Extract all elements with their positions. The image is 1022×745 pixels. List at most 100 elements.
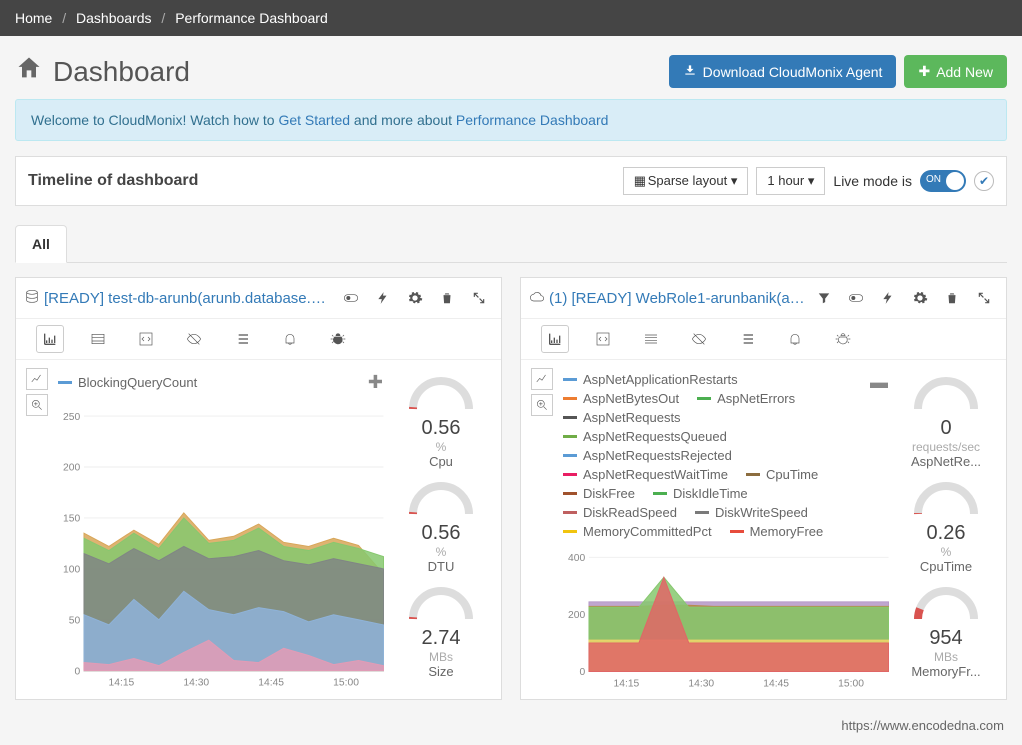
- timeline-title: Timeline of dashboard: [28, 172, 198, 190]
- card-title-link[interactable]: [READY] test-db-arunb(arunb.database.win…: [44, 290, 333, 307]
- layout-dropdown[interactable]: ▦ Sparse layout ▾: [623, 167, 749, 195]
- linechart-tool-icon[interactable]: [26, 368, 48, 390]
- live-mode-toggle[interactable]: [920, 170, 966, 192]
- table-tab-icon[interactable]: [84, 325, 112, 353]
- timerange-dropdown[interactable]: 1 hour ▾: [756, 167, 825, 195]
- bell-tab-icon[interactable]: [276, 325, 304, 353]
- grid-icon: ▦: [634, 173, 644, 188]
- svg-text:14:15: 14:15: [109, 678, 135, 689]
- breadcrumb: Home / Dashboards / Performance Dashboar…: [0, 0, 1022, 36]
- legend-item[interactable]: DiskWriteSpeed: [695, 505, 808, 520]
- tab-all[interactable]: All: [15, 225, 67, 263]
- filter-icon[interactable]: [810, 284, 838, 312]
- legend-item[interactable]: MemoryCommittedPct: [563, 524, 712, 539]
- swatch: [695, 511, 709, 514]
- gauge: 0.26%CpuTime: [911, 479, 981, 574]
- expand-icon[interactable]: [970, 284, 998, 312]
- legend-item[interactable]: DiskIdleTime: [653, 486, 748, 501]
- zoom-tool-icon[interactable]: [26, 394, 48, 416]
- eyeoff-tab-icon[interactable]: [685, 325, 713, 353]
- expand-icon[interactable]: [465, 284, 493, 312]
- swatch: [563, 378, 577, 381]
- legend-item[interactable]: MemoryFree: [730, 524, 824, 539]
- swatch: [563, 473, 577, 476]
- swatch: [697, 397, 711, 400]
- chart-side-tools: [26, 368, 48, 699]
- toggle-icon[interactable]: [337, 284, 365, 312]
- legend-item[interactable]: AspNetApplicationRestarts: [563, 372, 738, 387]
- live-mode-check-icon[interactable]: ✔: [974, 171, 994, 191]
- gauge: 0requests/secAspNetRe...: [911, 374, 981, 469]
- swatch: [563, 454, 577, 457]
- add-new-button[interactable]: ✚ Add New: [904, 55, 1007, 88]
- swatch: [563, 492, 577, 495]
- legend-item[interactable]: DiskFree: [563, 486, 635, 501]
- gear-icon[interactable]: [401, 284, 429, 312]
- linechart-tool-icon[interactable]: [531, 368, 553, 390]
- swatch: [730, 530, 744, 533]
- bell-tab-icon[interactable]: [781, 325, 809, 353]
- legend: AspNetApplicationRestarts AspNetBytesOut A…: [563, 372, 896, 539]
- bolt-icon[interactable]: [369, 284, 397, 312]
- legend-item[interactable]: AspNetBytesOut: [563, 391, 679, 406]
- caret-down-icon: ▾: [808, 173, 815, 188]
- chart-tab-icon[interactable]: [36, 325, 64, 353]
- card-inner-tabs: [521, 319, 1006, 360]
- legend-item[interactable]: BlockingQueryCount: [58, 375, 197, 390]
- legend-add-icon[interactable]: ✚: [360, 372, 391, 393]
- trash-icon[interactable]: [433, 284, 461, 312]
- card-testdb: [READY] test-db-arunb(arunb.database.win…: [15, 277, 502, 700]
- code-tab-icon[interactable]: [589, 325, 617, 353]
- breadcrumb-dashboards[interactable]: Dashboards: [76, 10, 152, 26]
- eyeoff-tab-icon[interactable]: [180, 325, 208, 353]
- swatch: [563, 397, 577, 400]
- performance-dashboard-link[interactable]: Performance Dashboard: [456, 112, 609, 128]
- legend-collapse-icon[interactable]: ▬: [862, 372, 896, 539]
- svg-text:250: 250: [63, 412, 80, 423]
- zoom-tool-icon[interactable]: [531, 394, 553, 416]
- welcome-banner: Welcome to CloudMonix! Watch how to Get …: [15, 99, 1007, 141]
- swatch: [653, 492, 667, 495]
- svg-text:14:15: 14:15: [614, 678, 640, 689]
- legend-item[interactable]: AspNetErrors: [697, 391, 795, 406]
- breadcrumb-home[interactable]: Home: [15, 10, 52, 26]
- swatch: [563, 416, 577, 419]
- svg-text:14:45: 14:45: [258, 678, 284, 689]
- bug-tab-icon[interactable]: [324, 325, 352, 353]
- legend-item[interactable]: DiskReadSpeed: [563, 505, 677, 520]
- swatch: [58, 381, 72, 384]
- gauge: 0.56%Cpu: [406, 374, 476, 469]
- code-tab-icon[interactable]: [132, 325, 160, 353]
- svg-text:0: 0: [579, 667, 585, 678]
- chart-side-tools: [531, 368, 553, 695]
- gauges: 0.56%Cpu0.56%DTU2.74MBsSize: [391, 368, 491, 699]
- get-started-link[interactable]: Get Started: [278, 112, 350, 128]
- legend-item[interactable]: AspNetRequestsQueued: [563, 429, 727, 444]
- caret-down-icon: ▾: [731, 173, 738, 188]
- legend: BlockingQueryCount ✚: [58, 372, 391, 393]
- card-inner-tabs: [16, 319, 501, 360]
- plus-icon: ✚: [918, 63, 930, 80]
- legend-item[interactable]: AspNetRequestsRejected: [563, 448, 732, 463]
- card-header: (1) [READY] WebRole1-arunbanik(arunban: [521, 278, 1006, 319]
- gear-icon[interactable]: [906, 284, 934, 312]
- legend-item[interactable]: CpuTime: [746, 467, 818, 482]
- breadcrumb-current: Performance Dashboard: [175, 10, 328, 26]
- list-tab-icon[interactable]: [733, 325, 761, 353]
- footer-url: https://www.encodedna.com: [0, 714, 1022, 737]
- gauge: 954MBsMemoryFr...: [911, 584, 981, 679]
- bolt-icon[interactable]: [874, 284, 902, 312]
- chart-tab-icon[interactable]: [541, 325, 569, 353]
- svg-text:14:30: 14:30: [183, 678, 209, 689]
- svg-text:400: 400: [568, 553, 585, 564]
- list-tab-icon[interactable]: [228, 325, 256, 353]
- swatch: [563, 530, 577, 533]
- stack-tab-icon[interactable]: [637, 325, 665, 353]
- bug-tab-icon[interactable]: [829, 325, 857, 353]
- card-title-link[interactable]: (1) [READY] WebRole1-arunbanik(arunban: [549, 290, 806, 307]
- legend-item[interactable]: AspNetRequests: [563, 410, 681, 425]
- trash-icon[interactable]: [938, 284, 966, 312]
- download-agent-button[interactable]: Download CloudMonix Agent: [669, 55, 897, 88]
- toggle-icon[interactable]: [842, 284, 870, 312]
- legend-item[interactable]: AspNetRequestWaitTime: [563, 467, 728, 482]
